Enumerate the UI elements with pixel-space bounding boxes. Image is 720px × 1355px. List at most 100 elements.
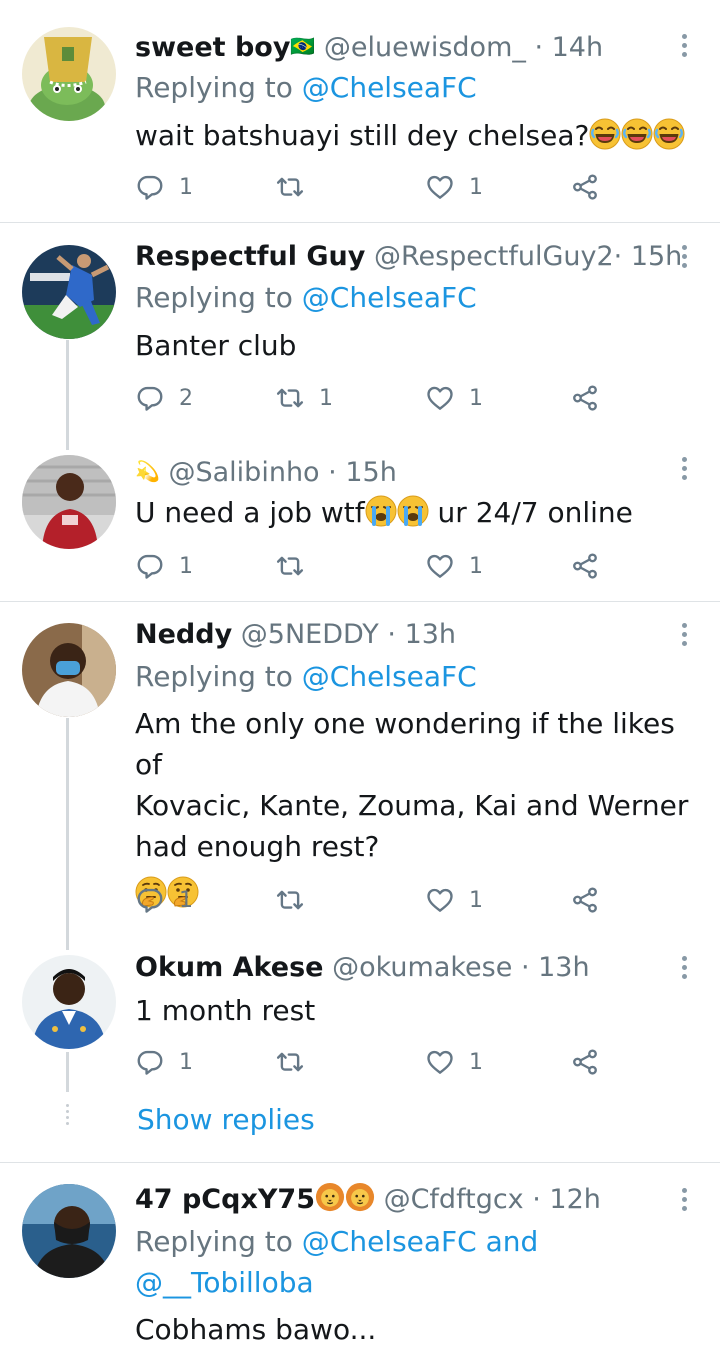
avatar[interactable] [22, 955, 116, 1049]
retweet-button[interactable] [275, 883, 319, 917]
replying-to: Replying to @ChelseaFC and [135, 1225, 539, 1258]
like-count: 1 [469, 887, 483, 913]
tweet-header: Neddy @5NEDDY · 13h [135, 617, 456, 653]
share-icon [570, 172, 600, 202]
retweet-icon [275, 1047, 305, 1077]
more-options-icon[interactable] [672, 32, 696, 62]
show-replies-link[interactable]: Show replies [137, 1100, 315, 1140]
lion-emoji [315, 1182, 345, 1212]
reply-count: 1 [179, 553, 193, 579]
tweet-text: Am the only one wondering if the likes o… [135, 703, 695, 908]
mention-link[interactable]: @ChelseaFC and [302, 1225, 539, 1258]
retweet-icon [275, 172, 305, 202]
user-handle[interactable]: @Cfdftgcx [384, 1184, 524, 1215]
timestamp[interactable]: · 14h [534, 32, 603, 63]
more-options-icon[interactable] [672, 455, 696, 485]
heart-icon [425, 383, 455, 413]
thread-continuation-dots [66, 1104, 69, 1128]
reply-icon [135, 172, 165, 202]
tweet-actions: 1 1 [135, 170, 615, 204]
reply-icon [135, 885, 165, 915]
user-handle[interactable]: @RespectfulGuy2 [374, 241, 614, 272]
thread-line [66, 340, 69, 450]
like-button[interactable]: 1 [425, 381, 483, 415]
heart-icon [425, 172, 455, 202]
more-options-icon[interactable] [672, 243, 696, 273]
tweet-header: 47 pCqxY75 @Cfdftgcx · 12h [135, 1182, 601, 1218]
laughing-emoji [589, 118, 621, 150]
user-handle[interactable]: @eluewisdom_ [324, 32, 526, 63]
like-button[interactable]: 1 [425, 1045, 483, 1079]
timestamp[interactable]: · 15h [328, 457, 397, 488]
tweet-header: Okum Akese @okumakese · 13h [135, 950, 590, 986]
mention-link[interactable]: @ChelseaFC [302, 71, 477, 104]
display-name[interactable]: Neddy [135, 619, 232, 650]
tweet-actions: 1 1 [135, 1045, 615, 1079]
retweet-icon [275, 383, 305, 413]
display-name[interactable]: Okum Akese [135, 952, 324, 983]
share-icon [570, 383, 600, 413]
reply-button[interactable]: 2 [135, 381, 193, 415]
tweet-text: U need a job wtf ur 24/7 online [135, 495, 633, 529]
heart-icon [425, 1047, 455, 1077]
display-name[interactable]: sweet boy [135, 32, 290, 63]
mention-link[interactable]: @ChelseaFC [302, 281, 477, 314]
retweet-icon [275, 885, 305, 915]
replying-to: Replying to @ChelseaFC [135, 281, 477, 314]
heart-icon [425, 551, 455, 581]
display-name[interactable]: 47 pCqxY75 [135, 1184, 315, 1215]
retweet-button[interactable] [275, 170, 319, 204]
retweet-button[interactable] [275, 1045, 319, 1079]
crying-emoji [365, 495, 397, 527]
heart-icon [425, 885, 455, 915]
brazil-flag-emoji: 🇧🇷 [290, 34, 316, 58]
reply-count: 2 [179, 385, 193, 411]
timestamp[interactable]: · 12h [532, 1184, 601, 1215]
share-button[interactable] [570, 381, 600, 415]
retweet-button[interactable]: 1 [275, 381, 333, 415]
timestamp[interactable]: · 13h [521, 952, 590, 983]
tweet-actions: 1 1 [135, 549, 615, 583]
share-icon [570, 551, 600, 581]
like-button[interactable]: 1 [425, 549, 483, 583]
more-options-icon[interactable] [672, 954, 696, 984]
tweet-text: wait batshuayi still dey chelsea? [135, 115, 695, 156]
thread-line [66, 718, 69, 950]
share-button[interactable] [570, 1045, 600, 1079]
avatar[interactable] [22, 1184, 116, 1278]
laughing-emoji [621, 118, 653, 150]
retweet-button[interactable] [275, 549, 319, 583]
reply-button[interactable]: 1 [135, 170, 193, 204]
like-button[interactable]: 1 [425, 883, 483, 917]
avatar[interactable] [22, 245, 116, 339]
user-handle[interactable]: @okumakese [332, 952, 512, 983]
user-handle[interactable]: @Salibinho [169, 457, 320, 488]
mention-link[interactable]: @ChelseaFC [302, 660, 477, 693]
display-name[interactable]: Respectful Guy [135, 241, 365, 272]
avatar[interactable] [22, 623, 116, 717]
share-button[interactable] [570, 883, 600, 917]
reply-button[interactable]: 1 [135, 1045, 193, 1079]
reply-icon [135, 1047, 165, 1077]
share-button[interactable] [570, 549, 600, 583]
user-handle[interactable]: @5NEDDY [241, 619, 379, 650]
like-button[interactable]: 1 [425, 170, 483, 204]
more-options-icon[interactable] [672, 1186, 696, 1216]
retweet-icon [275, 551, 305, 581]
tweet-text: Cobhams bawo... [135, 1313, 377, 1346]
replying-to: Replying to @ChelseaFC [135, 71, 477, 104]
reply-icon [135, 383, 165, 413]
replying-to-line-2: @__Tobilloba [135, 1264, 314, 1302]
timestamp[interactable]: · 13h [387, 619, 456, 650]
laughing-emoji [653, 118, 685, 150]
reply-button[interactable]: 1 [135, 549, 193, 583]
reply-button[interactable]: 1 [135, 883, 193, 917]
avatar[interactable] [22, 455, 116, 549]
share-button[interactable] [570, 170, 600, 204]
mention-link[interactable]: @__Tobilloba [135, 1266, 314, 1299]
like-count: 1 [469, 385, 483, 411]
more-options-icon[interactable] [672, 621, 696, 651]
avatar[interactable] [22, 27, 116, 121]
reply-icon [135, 551, 165, 581]
replying-to: Replying to @ChelseaFC [135, 660, 477, 693]
